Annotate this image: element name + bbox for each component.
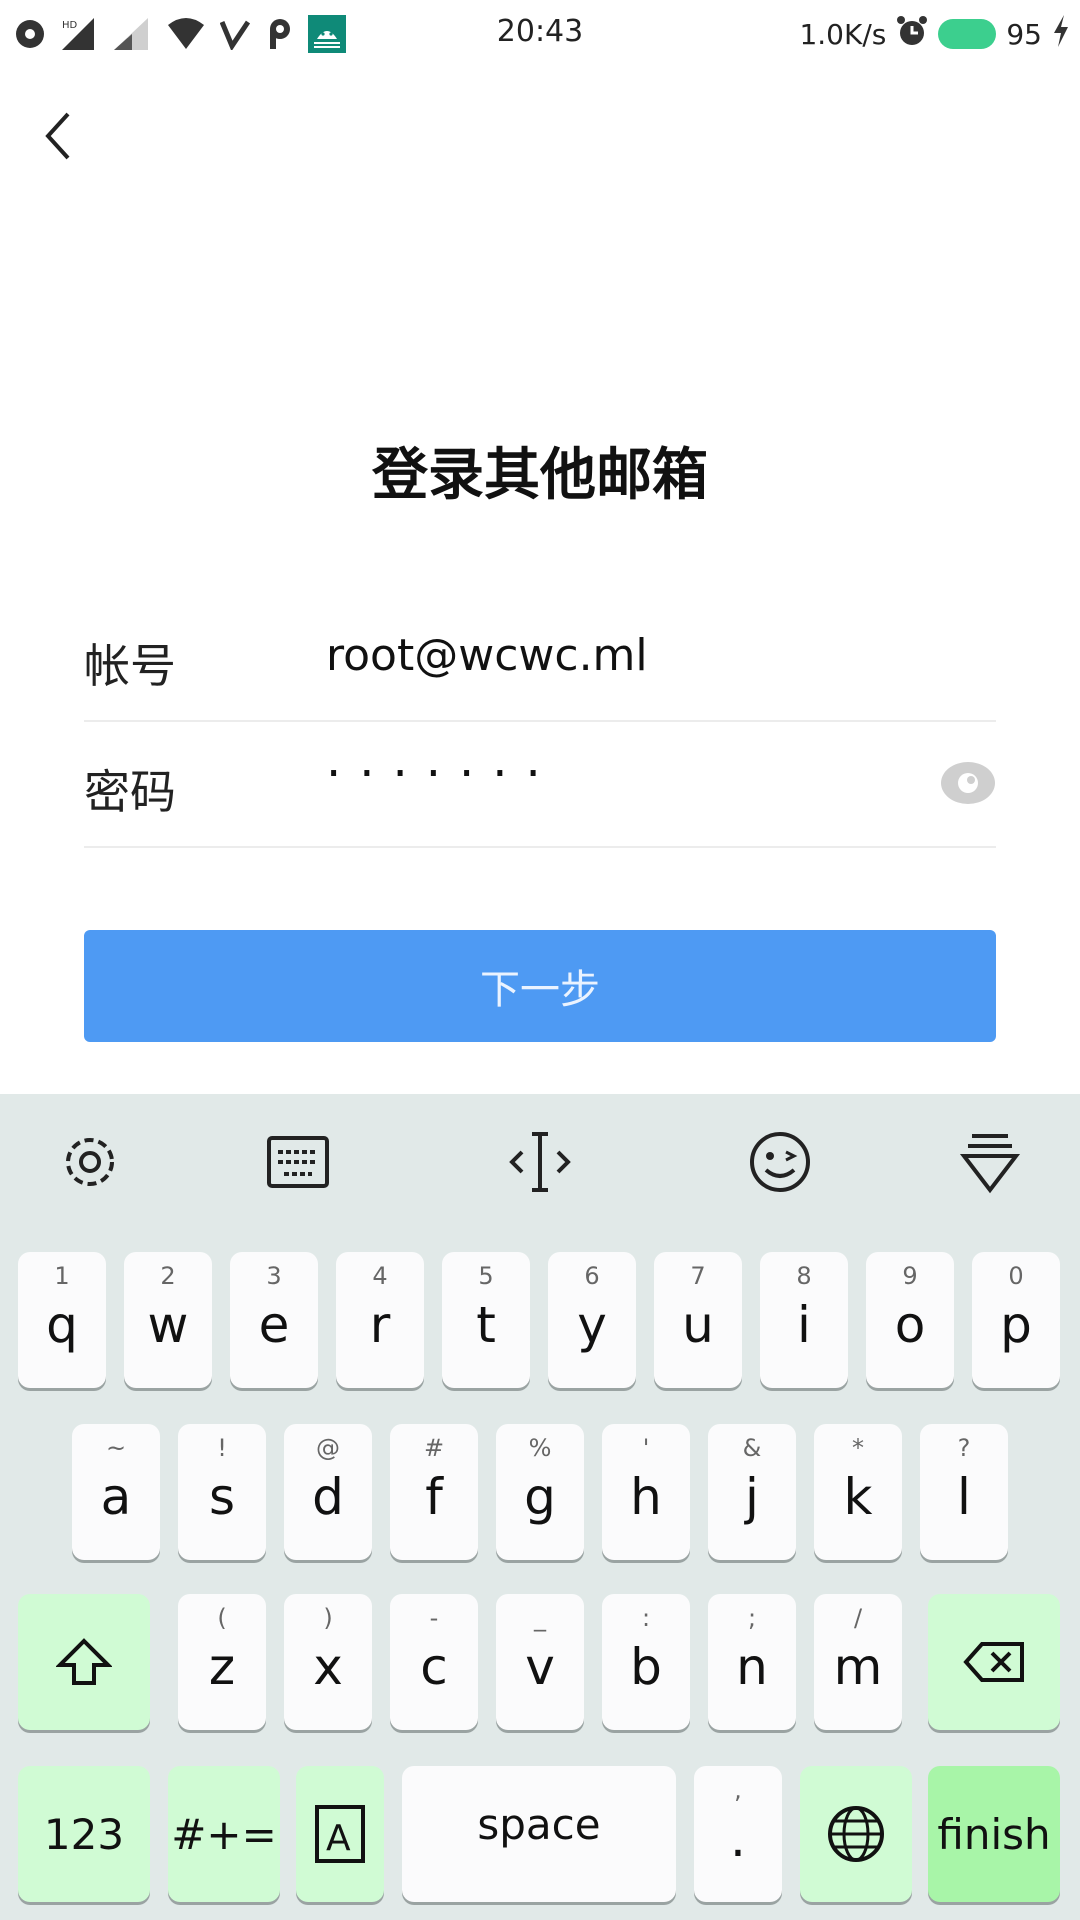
space-key[interactable]: space <box>402 1766 676 1902</box>
show-password-icon[interactable] <box>940 760 996 806</box>
key-x[interactable]: ) x <box>284 1594 372 1730</box>
password-input[interactable]: ······· <box>326 746 559 802</box>
key-s[interactable]: ! s <box>178 1424 266 1560</box>
key-l[interactable]: ? l <box>920 1424 1008 1560</box>
key-u[interactable]: 7u <box>654 1252 742 1388</box>
shift-key[interactable] <box>18 1594 150 1730</box>
soft-keyboard: 1q 2w 3e 4r 5t 6y 7u 8i 9o 0p ~ a ! s @ d #… <box>0 1094 1080 1920</box>
account-input[interactable]: root@wcwc.ml <box>326 630 648 681</box>
backspace-icon <box>963 1642 1024 1682</box>
keyboard-settings-icon[interactable] <box>54 1126 126 1198</box>
back-button[interactable] <box>38 108 88 164</box>
charging-icon <box>1052 14 1070 54</box>
key-p[interactable]: 0p <box>972 1252 1060 1388</box>
backspace-key[interactable] <box>928 1594 1060 1730</box>
shift-icon <box>56 1638 112 1685</box>
svg-text:A: A <box>326 1818 351 1859</box>
language-key[interactable] <box>800 1766 912 1902</box>
key-y[interactable]: 6y <box>548 1252 636 1388</box>
key-b[interactable]: :b <box>602 1594 690 1730</box>
account-label: 帐号 <box>84 639 176 693</box>
period-key[interactable]: ,. <box>694 1766 782 1902</box>
key-a[interactable]: ~ a <box>72 1424 160 1560</box>
hide-keyboard-icon[interactable] <box>954 1126 1026 1198</box>
key-g[interactable]: % g <box>496 1424 584 1560</box>
input-mode-key[interactable]: A <box>296 1766 384 1902</box>
numbers-key[interactable]: 123 <box>18 1766 150 1902</box>
emoji-icon[interactable] <box>744 1126 816 1198</box>
key-w[interactable]: 2w <box>124 1252 212 1388</box>
key-h[interactable]: ' h <box>602 1424 690 1560</box>
key-d[interactable]: @ d <box>284 1424 372 1560</box>
key-v[interactable]: _ v <box>496 1594 584 1730</box>
key-f[interactable]: # f <box>390 1424 478 1560</box>
key-z[interactable]: (z <box>178 1594 266 1730</box>
symbols-key[interactable]: #+= <box>168 1766 280 1902</box>
key-k[interactable]: * k <box>814 1424 902 1560</box>
network-speed: 1.0K/s <box>799 17 887 51</box>
globe-icon <box>828 1806 884 1862</box>
chevron-left-icon <box>45 112 70 160</box>
key-r[interactable]: 4r <box>336 1252 424 1388</box>
key-o[interactable]: 9o <box>866 1252 954 1388</box>
page-title: 登录其他邮箱 <box>372 443 708 508</box>
key-m[interactable]: / m <box>814 1594 902 1730</box>
cursor-move-icon[interactable] <box>504 1126 576 1198</box>
battery-pill-icon <box>938 19 997 49</box>
input-mode-icon: A <box>315 1805 365 1863</box>
status-bar: HD 20:43 1.0K/s 95 <box>0 0 1080 70</box>
key-e[interactable]: 3e <box>230 1252 318 1388</box>
alarm-icon <box>896 15 928 54</box>
key-c[interactable]: -c <box>390 1594 478 1730</box>
key-j[interactable]: & j <box>708 1424 796 1560</box>
password-label: 密码 <box>84 765 176 819</box>
key-i[interactable]: 8i <box>760 1252 848 1388</box>
key-q[interactable]: 1q <box>18 1252 106 1388</box>
key-t[interactable]: 5t <box>442 1252 530 1388</box>
finish-key[interactable]: finish <box>928 1766 1060 1902</box>
battery-level: 95 <box>1006 17 1042 51</box>
key-n[interactable]: ; n <box>708 1594 796 1730</box>
next-step-button[interactable]: 下一步 <box>84 930 996 1042</box>
keyboard-layout-icon[interactable] <box>262 1126 334 1198</box>
account-row: 帐号 root@wcwc.ml <box>84 596 996 722</box>
password-row: 密码 ······· <box>84 722 996 848</box>
